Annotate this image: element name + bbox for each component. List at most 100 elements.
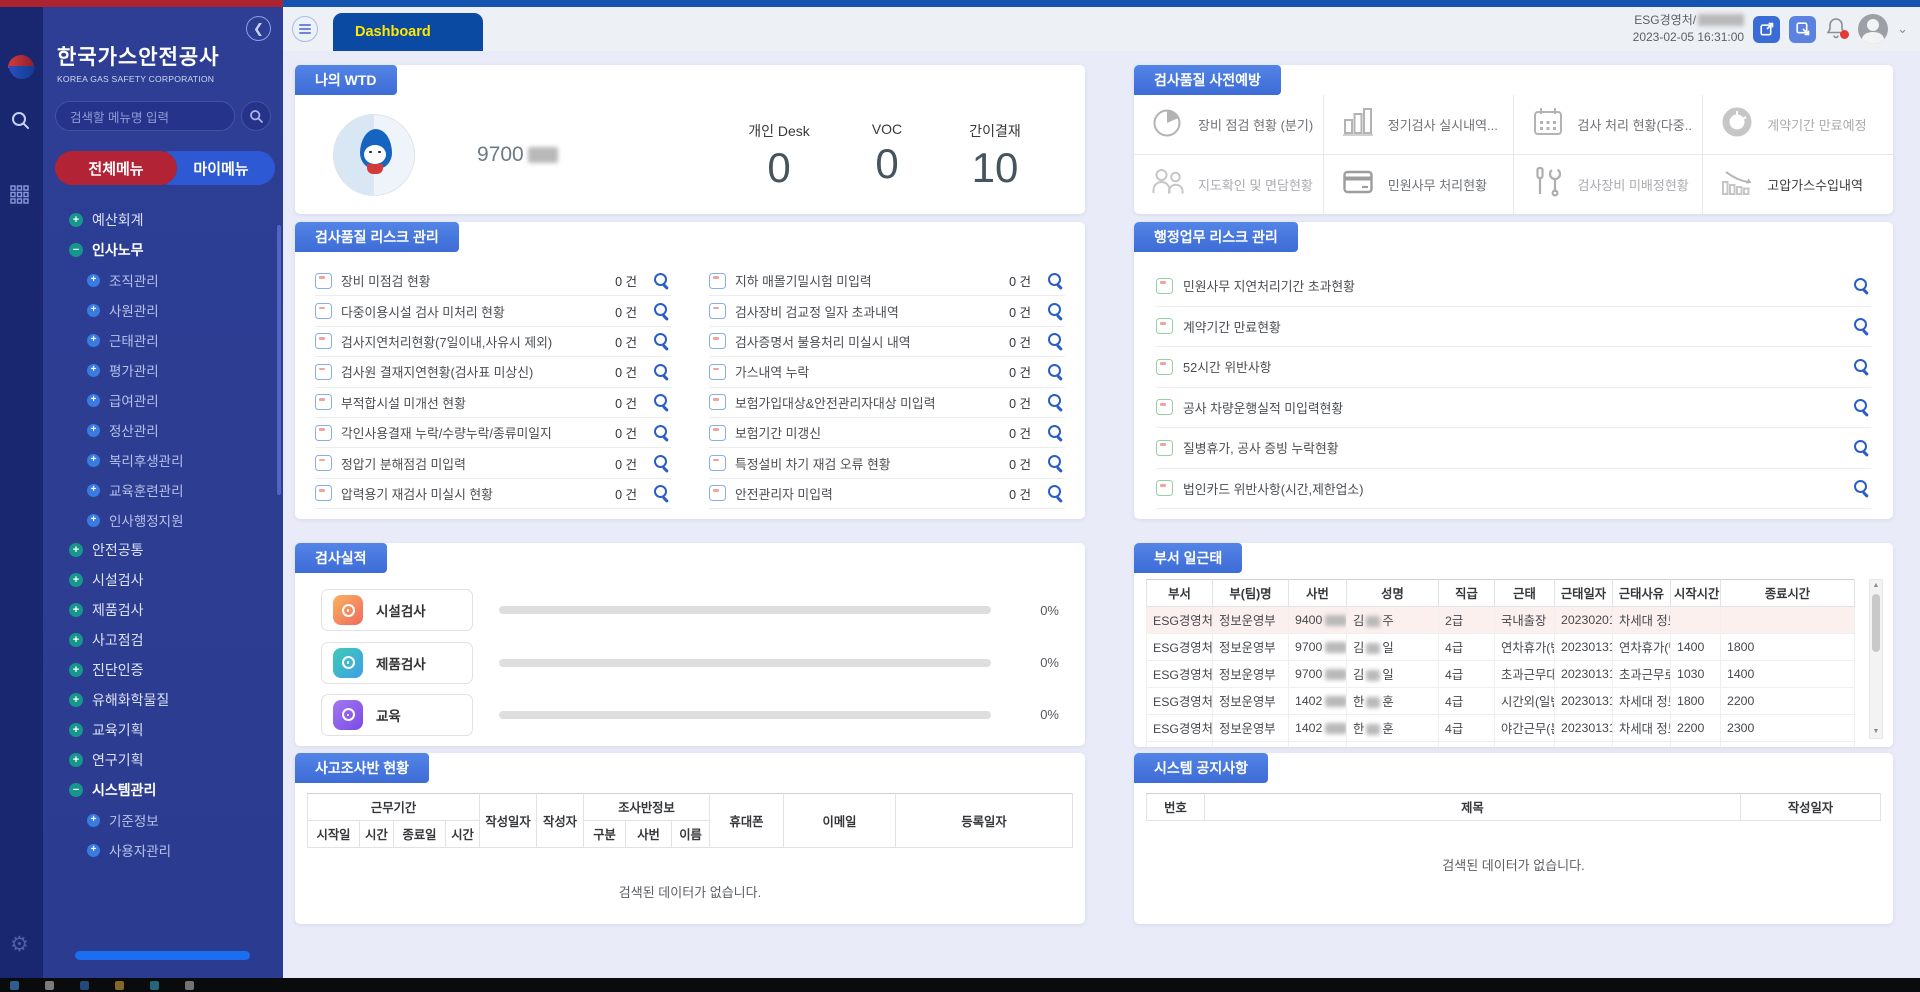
attendance-row[interactable]: ESG경영처정보운영부1402한훈4급연차휴가20230202연차휴가 [1147, 742, 1855, 748]
attendance-row[interactable]: ESG경영처정보운영부1402한훈4급시간외(일반20230131차세대 정보1… [1147, 688, 1855, 715]
magnifier-icon[interactable] [1046, 332, 1065, 351]
sidebar-item-급여관리[interactable]: +급여관리 [43, 385, 283, 415]
wtd-stat-개인 Desk[interactable]: 개인 Desk0 [729, 121, 829, 189]
risk-item-count: 0 건 [1009, 484, 1031, 503]
sidebar-item-평가관리[interactable]: +평가관리 [43, 355, 283, 385]
prevention-item[interactable]: 정기검사 실시내역... [1324, 95, 1514, 155]
scroll-up-arrow[interactable]: ▲ [1870, 580, 1882, 592]
attendance-row[interactable]: ESG경영처정보운영부1402한훈4급야간근무(본20230131차세대 정보2… [1147, 715, 1855, 742]
user-avatar[interactable] [1858, 14, 1888, 44]
magnifier-icon[interactable] [1852, 398, 1871, 417]
sidebar-item-정산관리[interactable]: +정산관리 [43, 415, 283, 445]
magnifier-icon[interactable] [652, 484, 671, 503]
wtd-stat-간이결재[interactable]: 간이결재10 [945, 121, 1045, 189]
attendance-row[interactable]: ESG경영처정보운영부9700김일4급연차휴가(반20230131연차휴가(반1… [1147, 634, 1855, 661]
magnifier-icon[interactable] [652, 271, 671, 290]
sidebar-item-연구기획[interactable]: +연구기획 [43, 745, 283, 775]
menu-horizontal-scrollbar[interactable] [75, 951, 250, 960]
menu-vertical-scrollbar[interactable] [277, 225, 281, 495]
magnifier-icon[interactable] [1852, 479, 1871, 498]
search-icon[interactable] [10, 110, 31, 136]
sidebar-item-사용자관리[interactable]: +사용자관리 [43, 835, 283, 865]
prevention-item[interactable]: 검사 처리 현황(다중... [1514, 95, 1704, 155]
sidebar-item-진단인증[interactable]: +진단인증 [43, 655, 283, 685]
menu-search-input[interactable]: 검색할 메뉴명 입력 [55, 101, 235, 131]
menu-grid-icon[interactable] [10, 185, 29, 209]
sidebar-item-제품검사[interactable]: +제품검사 [43, 595, 283, 625]
taskbar-icon[interactable] [185, 981, 194, 990]
attendance-row[interactable]: ESG경영처정보운영부9700김일4급초과근무대:20230131초과근무로10… [1147, 661, 1855, 688]
prevention-item[interactable]: 장비 점검 현황 (분기) [1134, 95, 1324, 155]
magnifier-icon[interactable] [1046, 423, 1065, 442]
magnifier-icon[interactable] [1046, 362, 1065, 381]
attendance-row[interactable]: ESG경영처정보운영부9400김주2급국내출장20230201차세대 정보 [1147, 607, 1855, 634]
sidebar-item-사원관리[interactable]: +사원관리 [43, 295, 283, 325]
prevention-item[interactable]: 고압가스수입내역 [1703, 155, 1893, 215]
stat-label: VOC [837, 121, 937, 137]
sidebar-item-인사노무[interactable]: −인사노무 [43, 235, 283, 265]
magnifier-icon[interactable] [1852, 357, 1871, 376]
magnifier-icon[interactable] [1046, 271, 1065, 290]
barcode-icon [315, 485, 332, 501]
taskbar-icon[interactable] [45, 981, 54, 990]
table-scrollbar[interactable]: ▲ ▼ [1869, 579, 1883, 739]
os-taskbar[interactable] [0, 978, 1920, 992]
open-new-window-button[interactable] [1753, 16, 1780, 43]
magnifier-icon[interactable] [652, 393, 671, 412]
performance-chip-제품검사[interactable]: 제품검사 [321, 642, 473, 684]
prevention-item[interactable]: 지도확인 및 면담현황 [1134, 155, 1324, 215]
sidebar-item-예산회계[interactable]: +예산회계 [43, 205, 283, 235]
magnifier-icon[interactable] [652, 332, 671, 351]
magnifier-icon[interactable] [652, 302, 671, 321]
settings-gear-icon[interactable]: ⚙ [10, 932, 29, 957]
sidebar-item-인사행정지원[interactable]: +인사행정지원 [43, 505, 283, 535]
popup-layout-button[interactable] [1789, 16, 1816, 43]
magnifier-icon[interactable] [1852, 276, 1871, 295]
taskbar-icon[interactable] [115, 981, 124, 990]
risk-item-label: 지하 매몰기밀시험 미입력 [735, 271, 1000, 290]
notifications-bell-icon[interactable] [1825, 16, 1849, 42]
sidebar-item-근태관리[interactable]: +근태관리 [43, 325, 283, 355]
expand-plus-icon: + [87, 304, 100, 317]
menu-search-button[interactable] [241, 101, 271, 131]
sidebar-item-조직관리[interactable]: +조직관리 [43, 265, 283, 295]
risk-item: 검사원 결재지연현황(검사표 미상신)0 건 [315, 357, 671, 387]
sidebar-collapse-button[interactable]: ❮ [246, 16, 271, 41]
tab-all-menu[interactable]: 전체메뉴 [55, 151, 177, 185]
performance-chip-시설검사[interactable]: 시설검사 [321, 589, 473, 631]
magnifier-icon[interactable] [652, 423, 671, 442]
tab-dashboard[interactable]: Dashboard [333, 13, 483, 51]
scroll-thumb[interactable] [1872, 594, 1880, 652]
sidebar-item-복리후생관리[interactable]: +복리후생관리 [43, 445, 283, 475]
magnifier-icon[interactable] [1046, 454, 1065, 473]
magnifier-icon[interactable] [1046, 484, 1065, 503]
hamburger-menu-icon[interactable] [292, 16, 318, 42]
sidebar-item-교육기획[interactable]: +교육기획 [43, 715, 283, 745]
sidebar-item-교육훈련관리[interactable]: +교육훈련관리 [43, 475, 283, 505]
wtd-stat-VOC[interactable]: VOC0 [837, 121, 937, 189]
sidebar-item-사고점검[interactable]: +사고점검 [43, 625, 283, 655]
sidebar-item-기준정보[interactable]: +기준정보 [43, 805, 283, 835]
sidebar-item-안전공통[interactable]: +안전공통 [43, 535, 283, 565]
sidebar-item-시스템관리[interactable]: −시스템관리 [43, 775, 283, 805]
magnifier-icon[interactable] [1046, 393, 1065, 412]
sidebar-item-유해화학물질[interactable]: +유해화학물질 [43, 685, 283, 715]
scroll-down-arrow[interactable]: ▼ [1870, 726, 1882, 738]
sidebar-item-시설검사[interactable]: +시설검사 [43, 565, 283, 595]
prevention-item[interactable]: 계약기간 만료예정 [1703, 95, 1893, 155]
taskbar-icon[interactable] [150, 981, 159, 990]
risk-item-label: 각인사용결재 누락/수량누락/종류미일지 [341, 423, 606, 442]
magnifier-icon[interactable] [652, 454, 671, 473]
cell: 1400 [1671, 634, 1721, 661]
prevention-item[interactable]: 검사장비 미배정현황 [1514, 155, 1704, 215]
taskbar-icon[interactable] [10, 981, 19, 990]
magnifier-icon[interactable] [1852, 317, 1871, 336]
chevron-down-icon[interactable]: ⌄ [1897, 21, 1908, 37]
magnifier-icon[interactable] [652, 362, 671, 381]
magnifier-icon[interactable] [1046, 302, 1065, 321]
taskbar-icon[interactable] [80, 981, 89, 990]
col-emp-no: 사번 [626, 821, 672, 848]
magnifier-icon[interactable] [1852, 438, 1871, 457]
prevention-item[interactable]: 민원사무 처리현황 [1324, 155, 1514, 215]
performance-chip-교육[interactable]: 교육 [321, 694, 473, 736]
